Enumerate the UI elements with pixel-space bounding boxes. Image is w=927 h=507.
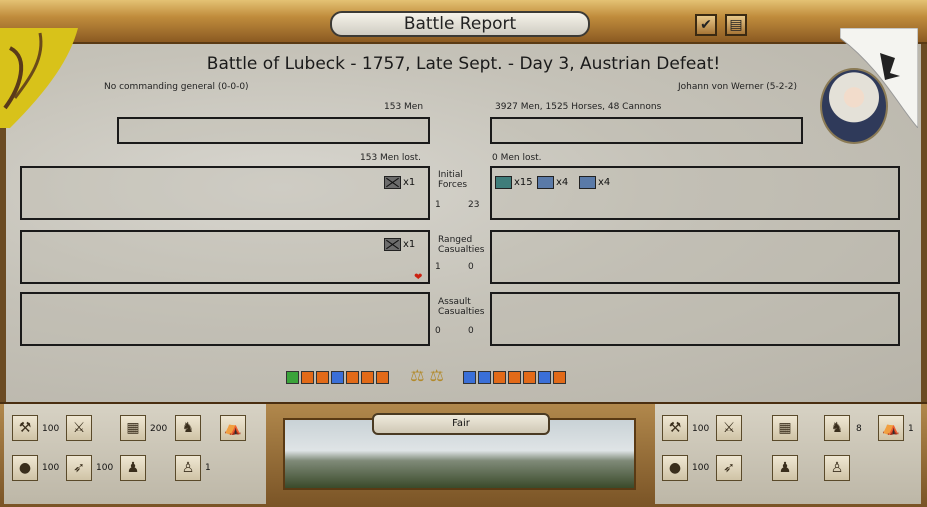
unit-entry[interactable]: x1	[384, 176, 415, 189]
austrian-flag-icon	[0, 28, 78, 128]
unit-type-icon[interactable]: ♟	[772, 455, 798, 481]
battle-title: Battle of Lubeck - 1757, Late Sept. - Da…	[206, 54, 721, 74]
unit-type-icon[interactable]: ➶	[66, 455, 92, 481]
initial-right-box	[490, 166, 900, 220]
left-lost: 153 Men lost.	[360, 153, 421, 163]
list-icon: ▤	[729, 17, 743, 33]
unit-type-icon[interactable]: ⚔	[66, 415, 92, 441]
ranged-label: Ranged	[438, 235, 473, 245]
modifier-icon[interactable]	[463, 370, 476, 384]
window-title: Battle Report	[330, 11, 590, 37]
modifier-icon[interactable]	[523, 370, 536, 384]
initial-label: Initial	[438, 170, 463, 180]
initial-label-2: Forces	[438, 180, 468, 190]
grey-unit-icon	[384, 176, 401, 189]
unit-type-icon[interactable]: ●	[12, 455, 38, 481]
unit-type-icon[interactable]: ⛺	[878, 415, 904, 441]
modifier-icon[interactable]	[316, 370, 329, 384]
initial-left-count: 1	[435, 200, 441, 210]
right-summary-box	[490, 117, 803, 144]
unit-type-icon[interactable]: ➶	[716, 455, 742, 481]
unit-type-icon[interactable]: ♞	[175, 415, 201, 441]
modifier-icon[interactable]	[346, 370, 359, 384]
unit-type-icon[interactable]: ⛺	[220, 415, 246, 441]
unit-type-icon[interactable]: ▦	[120, 415, 146, 441]
balance-scales-icon: ⚖ ⚖	[410, 366, 444, 385]
initial-left-box	[20, 166, 430, 220]
weather-label: Fair	[372, 413, 550, 435]
confirm-button[interactable]: ✔	[695, 14, 717, 36]
ranged-label-2: Casualties	[438, 245, 485, 255]
modifier-icon[interactable]	[538, 370, 551, 384]
unit-entry[interactable]: x4	[537, 176, 568, 189]
right-lost: 0 Men lost.	[492, 153, 542, 163]
general-portrait[interactable]	[820, 68, 888, 144]
left-strength: 153 Men	[384, 102, 424, 112]
unit-type-icon[interactable]: ♟	[120, 455, 146, 481]
assault-right-box	[490, 292, 900, 346]
unit-type-icon[interactable]: ♞	[824, 415, 850, 441]
modifier-icon[interactable]	[301, 370, 314, 384]
ranged-right-box	[490, 230, 900, 284]
right-strength: 3927 Men, 1525 Horses, 48 Cannons	[495, 102, 662, 112]
unit-type-icon[interactable]: ⚔	[716, 415, 742, 441]
unit-type-icon[interactable]: ♙	[824, 455, 850, 481]
unit-entry[interactable]: x4	[579, 176, 610, 189]
ranged-right-count: 0	[468, 262, 474, 272]
modifier-icon[interactable]	[361, 370, 374, 384]
teal-cavalry-icon	[495, 176, 512, 189]
assault-left-box	[20, 292, 430, 346]
left-summary-box	[117, 117, 430, 144]
assault-left-count: 0	[435, 326, 441, 336]
details-button[interactable]: ▤	[725, 14, 747, 36]
unit-entry[interactable]: x15	[495, 176, 533, 189]
unit-type-icon[interactable]: ♙	[175, 455, 201, 481]
grey-unit-icon	[384, 238, 401, 251]
right-general: Johann von Werner (5-2-2)	[678, 82, 797, 92]
modifier-icon[interactable]	[376, 370, 389, 384]
initial-right-count: 23	[468, 200, 480, 210]
ranged-left-count: 1	[435, 262, 441, 272]
modifier-icon[interactable]	[508, 370, 521, 384]
report-parchment	[0, 44, 927, 402]
unit-type-icon[interactable]: ●	[662, 455, 688, 481]
modifier-icon[interactable]	[478, 370, 491, 384]
modifier-icon[interactable]	[331, 370, 344, 384]
ranged-left-box	[20, 230, 430, 284]
unit-entry[interactable]: x1	[384, 238, 415, 251]
battle-report-window: Battle Report ✔ ▤ Battle of Lubeck - 175…	[0, 0, 927, 507]
assault-label: Assault	[438, 297, 471, 307]
left-general: No commanding general (0-0-0)	[104, 82, 249, 92]
heart-icon: ❤	[414, 272, 423, 283]
modifier-icon[interactable]	[553, 370, 566, 384]
blue-artillery-icon	[537, 176, 554, 189]
blue-infantry-icon	[579, 176, 596, 189]
checkmark-icon: ✔	[700, 17, 712, 33]
title-bar: Battle Report ✔ ▤	[0, 0, 927, 44]
assault-label-2: Casualties	[438, 307, 485, 317]
unit-type-icon[interactable]: ⚒	[662, 415, 688, 441]
unit-type-icon[interactable]: ⚒	[12, 415, 38, 441]
modifier-icon[interactable]	[493, 370, 506, 384]
assault-right-count: 0	[468, 326, 474, 336]
modifier-icons: ⚖ ⚖	[286, 366, 568, 386]
unit-type-icon[interactable]: ▦	[772, 415, 798, 441]
retreat-icon[interactable]	[286, 370, 299, 384]
